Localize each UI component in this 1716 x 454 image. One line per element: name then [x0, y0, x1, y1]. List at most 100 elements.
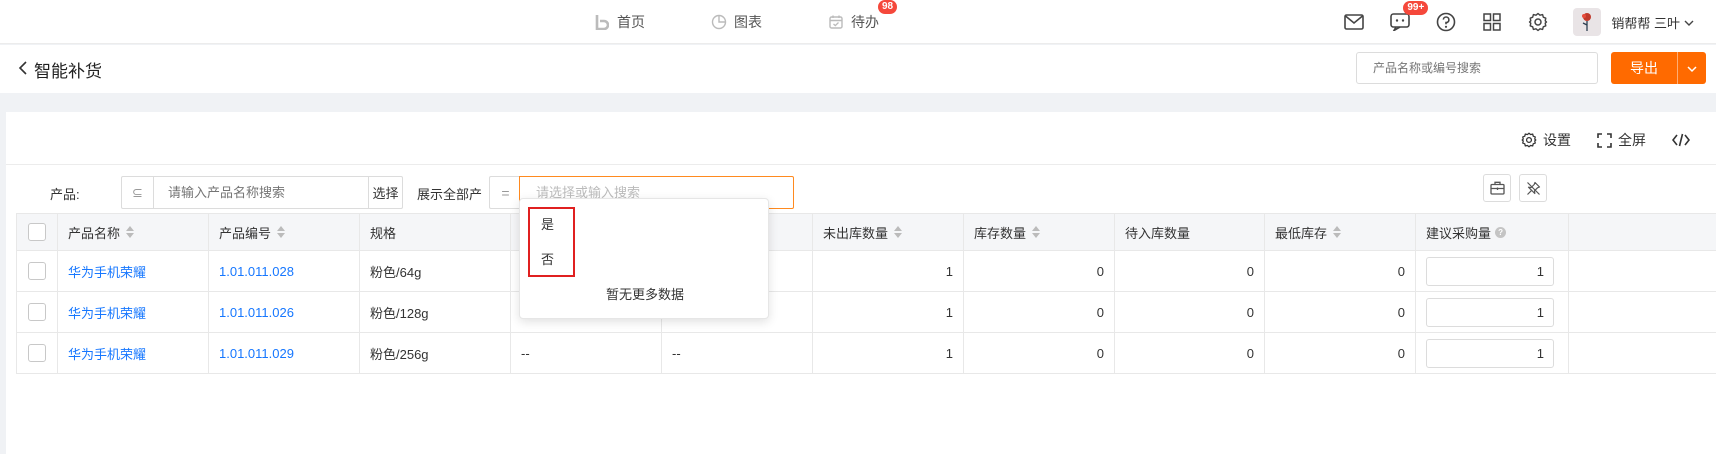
select-all-checkbox[interactable] — [28, 223, 46, 241]
table-header: 产品名称 产品编号 规格 未出库数量 库存数量 待入库数量 最低库存 建议采购量… — [16, 213, 1716, 251]
sort-icon[interactable] — [277, 226, 286, 238]
equals-operator[interactable]: = — [489, 176, 521, 209]
todo-badge: 98 — [878, 0, 898, 14]
toolbox-button[interactable] — [1483, 174, 1511, 202]
apps-grid-icon[interactable] — [1481, 11, 1503, 33]
col-label: 产品名称 — [68, 225, 121, 241]
divider — [6, 164, 1716, 165]
cell-min-stock: 0 — [1265, 292, 1416, 332]
cell-spec: 粉色/128g — [360, 292, 511, 332]
select-button[interactable]: 选择 — [368, 177, 402, 208]
product-code-link[interactable]: 1.01.011.026 — [219, 305, 294, 320]
settings-button[interactable]: 设置 — [1521, 130, 1571, 150]
message-badge: 99+ — [1403, 1, 1429, 15]
chevron-left-icon — [18, 60, 28, 79]
suggested-qty-input[interactable]: 1 — [1426, 256, 1554, 286]
nav-home-label: 首页 — [617, 14, 645, 30]
suggested-qty-input[interactable]: 1 — [1426, 338, 1554, 368]
no-more-data-text: 暂无更多数据 — [605, 287, 684, 302]
row-checkbox[interactable] — [28, 303, 46, 321]
nav-todo-label: 待办 — [851, 14, 879, 30]
option-no[interactable]: 否 — [541, 249, 554, 268]
cell-product-name: 华为手机荣耀 — [58, 333, 209, 373]
calendar-icon — [828, 14, 844, 30]
col-incoming-qty: 待入库数量 — [1115, 214, 1265, 250]
row-select-cell — [16, 333, 58, 373]
mail-icon[interactable] — [1343, 11, 1365, 33]
cell-incoming: 0 — [1115, 292, 1265, 332]
help-icon[interactable]: ? — [1495, 226, 1507, 238]
col-product-code[interactable]: 产品编号 — [209, 214, 360, 250]
cell-spec: 粉色/64g — [360, 251, 511, 291]
replenishment-table: 产品名称 产品编号 规格 未出库数量 库存数量 待入库数量 最低库存 建议采购量… — [16, 213, 1716, 374]
user-name[interactable]: 销帮帮 三叶 — [1611, 13, 1680, 32]
settings-label: 设置 — [1543, 132, 1571, 148]
col-min-stock[interactable]: 最低库存 — [1265, 214, 1416, 250]
row-checkbox[interactable] — [28, 262, 46, 280]
product-name-link[interactable]: 华为手机荣耀 — [68, 303, 146, 322]
cell-suggested: 1 — [1416, 333, 1569, 373]
export-label: 导出 — [1630, 60, 1658, 76]
sort-icon[interactable] — [126, 226, 135, 238]
sort-icon[interactable] — [1032, 226, 1041, 238]
export-button[interactable]: 导出 — [1611, 52, 1706, 84]
row-checkbox[interactable] — [28, 344, 46, 362]
col-label: 最低库存 — [1275, 225, 1328, 241]
code-icon — [1672, 133, 1690, 147]
cell-stock: 0 — [964, 333, 1115, 373]
cell-spec: 粉色/256g — [360, 333, 511, 373]
nav-charts-label: 图表 — [734, 14, 762, 30]
option-yes[interactable]: 是 — [541, 214, 554, 233]
table-row: 华为手机荣耀 1.01.011.028 粉色/64g 1 0 0 0 1 — [16, 251, 1716, 292]
cell-product-code: 1.01.011.028 — [209, 251, 360, 291]
col-unshipped-qty[interactable]: 未出库数量 — [813, 214, 964, 250]
product-name-link[interactable]: 华为手机荣耀 — [68, 262, 146, 281]
sort-icon[interactable] — [894, 226, 903, 238]
cell-col5: -- — [662, 333, 813, 373]
main-nav: 首页 图表 待办 98 — [594, 0, 945, 44]
gear-icon[interactable] — [1527, 11, 1549, 33]
message-icon[interactable]: 99+ — [1389, 1, 1429, 33]
cell-unshipped: 1 — [813, 251, 964, 291]
col-label: 规格 — [370, 225, 397, 241]
cell-incoming: 0 — [1115, 251, 1265, 291]
nav-todo[interactable]: 待办 98 — [828, 0, 898, 32]
pin-button[interactable] — [1519, 174, 1547, 202]
sort-icon[interactable] — [1333, 226, 1342, 238]
help-icon[interactable] — [1435, 11, 1457, 33]
cell-incoming: 0 — [1115, 333, 1265, 373]
avatar[interactable] — [1573, 8, 1602, 36]
subset-operator[interactable]: ⊆ — [122, 177, 154, 208]
code-view-button[interactable] — [1672, 133, 1696, 147]
product-code-link[interactable]: 1.01.011.029 — [219, 346, 294, 361]
cell-product-code: 1.01.011.029 — [209, 333, 360, 373]
cell-stock: 0 — [964, 251, 1115, 291]
page-title: 智能补货 — [34, 62, 102, 81]
fullscreen-icon — [1597, 132, 1612, 148]
cell-unshipped: 1 — [813, 333, 964, 373]
show-all-dropdown: 是 否 暂无更多数据 — [519, 198, 769, 319]
cell-suggested: 1 — [1416, 251, 1569, 291]
col-label: 产品编号 — [219, 225, 272, 241]
col-product-name[interactable]: 产品名称 — [58, 214, 209, 250]
product-name-link[interactable]: 华为手机荣耀 — [68, 344, 146, 363]
suggested-qty-input[interactable]: 1 — [1426, 297, 1554, 327]
chevron-down-icon[interactable] — [1684, 15, 1694, 30]
product-code-link[interactable]: 1.01.011.028 — [219, 264, 294, 279]
col-stock-qty[interactable]: 库存数量 — [964, 214, 1115, 250]
product-filter: ⊆ 选择 — [121, 176, 403, 209]
fullscreen-button[interactable]: 全屏 — [1597, 130, 1646, 150]
top-nav-bar: 首页 图表 待办 98 99+ 销帮帮 三叶 — [0, 0, 1716, 44]
nav-charts[interactable]: 图表 — [711, 12, 762, 32]
panel-toolbar: 设置 全屏 — [1495, 130, 1696, 150]
cell-min-stock: 0 — [1265, 251, 1416, 291]
col-label: 未出库数量 — [823, 225, 889, 241]
product-name-input[interactable] — [154, 177, 368, 208]
cell-suggested: 1 — [1416, 292, 1569, 332]
table-row: 华为手机荣耀 1.01.011.026 粉色/128g 1 0 0 0 1 — [16, 292, 1716, 333]
back-button[interactable]: 智能补货 — [18, 57, 102, 82]
col-label: 库存数量 — [974, 225, 1027, 241]
product-search-input[interactable] — [1356, 52, 1598, 84]
chevron-down-icon[interactable] — [1678, 61, 1706, 76]
nav-home[interactable]: 首页 — [594, 12, 645, 32]
